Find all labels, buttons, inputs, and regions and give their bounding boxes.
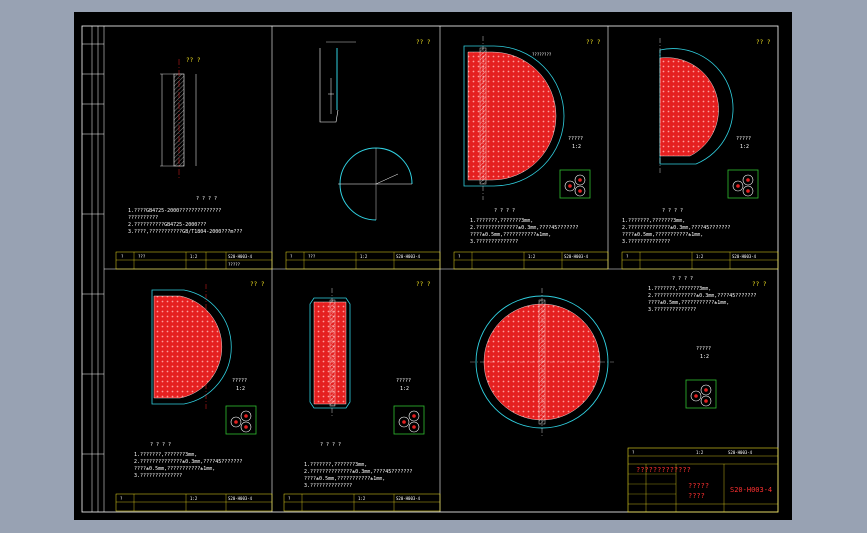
panel-4-scale-ratio: 1:2 [740,144,749,150]
panel-6-scale-label: ????? [396,378,411,384]
panel-7-notes-heading: ? ? ? ? [672,276,693,282]
strip-2-c3: 1:2 [360,254,368,259]
panel-4-scale-label: ????? [736,136,751,142]
panel-4-plate: ?? ? ????? 1:2 ? ? ? ? 1.???????,???????… [621,38,779,270]
panel-1-notes-heading: ? ? ? ? [196,196,217,202]
panel-7-scale-label: ????? [696,346,711,352]
panel-5-scale-ratio: 1:2 [236,386,245,392]
panel-2-corner: ?? ? [416,39,431,46]
panel-1-section: ?? ? ? ? ? ? 1.????GB4725-2000??????????… [128,57,242,235]
strip-2-c1: ? [290,254,293,259]
panel-3-notes-heading: ? ? ? ? [494,208,515,214]
panel-7-note-d: 3.?????????????? [648,307,696,313]
strip-2-c2: ??? [308,254,316,259]
panel-3-detail-box [559,169,591,199]
strip-3-c6: S20-H003-4 [564,254,589,259]
strip-1-c6: S20-H003-4 [228,254,253,259]
panel-1-note-2: 2.??????????GB4725-2000??? [128,222,206,228]
strip-6-c1: ? [288,496,291,501]
panel-1-note-3: 3.????,???????????GB/T1804-2000???m??? [128,229,242,235]
panel-7-note-a: 1.???????,???????3mm, [648,286,711,292]
panel-5-scale-label: ????? [232,378,247,384]
panel-2-title-strip: ? ??? 1:2 S20-H003-4 [285,251,441,270]
cad-drawing: ?? ? ? ? ? ? 1.????GB4725-2000??????????… [81,25,779,513]
panel-6-detail-box [393,405,425,435]
panel-4-note-c: ????±0.5mm,???????????±1mm, [622,232,703,238]
panel-1-note-1b: ?????????? [128,215,158,221]
strip-6-c6: S20-H003-4 [396,496,421,501]
strip-1-c1: ? [121,254,124,259]
main-strip-c3: 1:2 [696,450,704,455]
panel-6-note-c: ????±0.5mm,???????????±1mm, [304,476,385,482]
drawing-sheet: ?? ? ? ? ? ? 1.????GB4725-2000??????????… [74,12,792,520]
strip-5-c1: ? [120,496,123,501]
panel-5-note-c: ????±0.5mm,???????????±1mm, [134,466,215,472]
panel-5-note-a: 1.???????,???????3mm, [134,452,197,458]
panel-5-notes-heading: ? ? ? ? [150,442,171,448]
strip-3-c3: 1:2 [528,254,536,259]
panel-6-corner: ?? ? [416,281,431,288]
title-block-name: ????????????? [636,466,691,474]
panel-6-plate: ?? ? ????? 1:2 ? ? ? ? 1.???????,???????… [283,281,441,512]
panel-6-note-d: 3.?????????????? [304,483,352,489]
panel-6-scale-ratio: 1:2 [400,386,409,392]
panel-3-scale-ratio: 1:2 [572,144,581,150]
panel-3-note-c: ????±0.5mm,???????????±1mm, [470,232,551,238]
panel-3-corner: ?? ? [586,39,601,46]
main-strip-c6: S20-H003-4 [728,450,753,455]
panel-3-note-a: 1.???????,???????3mm, [470,218,533,224]
title-block-center: ????? [688,482,709,490]
strip-4-c1: ? [626,254,629,259]
panel-4-note-d: 3.?????????????? [622,239,670,245]
panel-6-notes-heading: ? ? ? ? [320,442,341,448]
title-block-sub: ???? [688,492,705,500]
strip-5-c6: S20-H003-4 [228,496,253,501]
strip-5-c3: 1:2 [190,496,198,501]
strip-6-c3: 1:2 [358,496,366,501]
panel-4-notes-heading: ? ? ? ? [662,208,683,214]
panel-1-title-strip: ? ??? 1:2 S20-H003-4 ????? [115,251,273,270]
panel-7-scale-ratio: 1:2 [700,354,709,360]
panel-5-note-b: 2.??????????????±0.3mm,????45??????? [134,459,242,465]
panel-1-note-1: 1.????GB4725-2000?????????????? [128,208,221,214]
panel-7-note-b: 2.??????????????±0.3mm,????45??????? [648,293,756,299]
panel-1-corner: ?? ? [186,57,201,64]
panel-7-corner: ?? ? [752,281,767,288]
panel-5-corner: ?? ? [250,281,265,288]
sheet-number: S20-H003-4 [730,486,772,494]
panel-4-corner: ?? ? [756,39,771,46]
panel-5-plate: ?? ? ????? 1:2 ? ? ? ? 1.???????,???????… [115,281,273,512]
panel-4-detail-box [727,169,759,199]
panel-3-plate: ?? ? ???????? ????? 1:2 ? ? ? ? 1.??????… [453,36,609,270]
panel-4-note-b: 2.??????????????±0.3mm,????45??????? [622,225,730,231]
left-revision-strip [82,26,105,512]
main-strip-c1: ? [632,450,635,455]
strip-4-c3: 1:2 [696,254,704,259]
panel-3-note-b: 2.??????????????±0.3mm,????45??????? [470,225,578,231]
panel-7-note-c: ????±0.5mm,???????????±1mm, [648,300,729,306]
panel-7-plate: ?? ? ? ? ? ? 1.???????,???????3mm, 2.???… [470,276,767,436]
panel-7-detail-box [685,379,717,409]
panel-6-note-b: 2.??????????????±0.3mm,????45??????? [304,469,412,475]
panel-4-note-a: 1.???????,???????3mm, [622,218,685,224]
strip-1-c3: 1:2 [190,254,198,259]
strip-1-c2: ??? [138,254,146,259]
strip-4-c6: S20-H003-4 [732,254,757,259]
strip-1-c7: ????? [228,262,241,267]
strip-2-c6: S20-H003-4 [396,254,421,259]
panel-5-detail-box [225,405,257,435]
panel-2-parts: ?? ? [319,39,431,221]
panel-6-note-a: 1.???????,???????3mm, [304,462,367,468]
panel-5-note-d: 3.?????????????? [134,473,182,479]
panel-3-scale-label: ????? [568,136,583,142]
panel-3-callout: ???????? [532,52,552,57]
panel-3-note-d: 3.?????????????? [470,239,518,245]
main-title-block: ? 1:2 S20-H003-4 ????????????? ????? ???… [627,447,779,513]
strip-3-c1: ? [458,254,461,259]
